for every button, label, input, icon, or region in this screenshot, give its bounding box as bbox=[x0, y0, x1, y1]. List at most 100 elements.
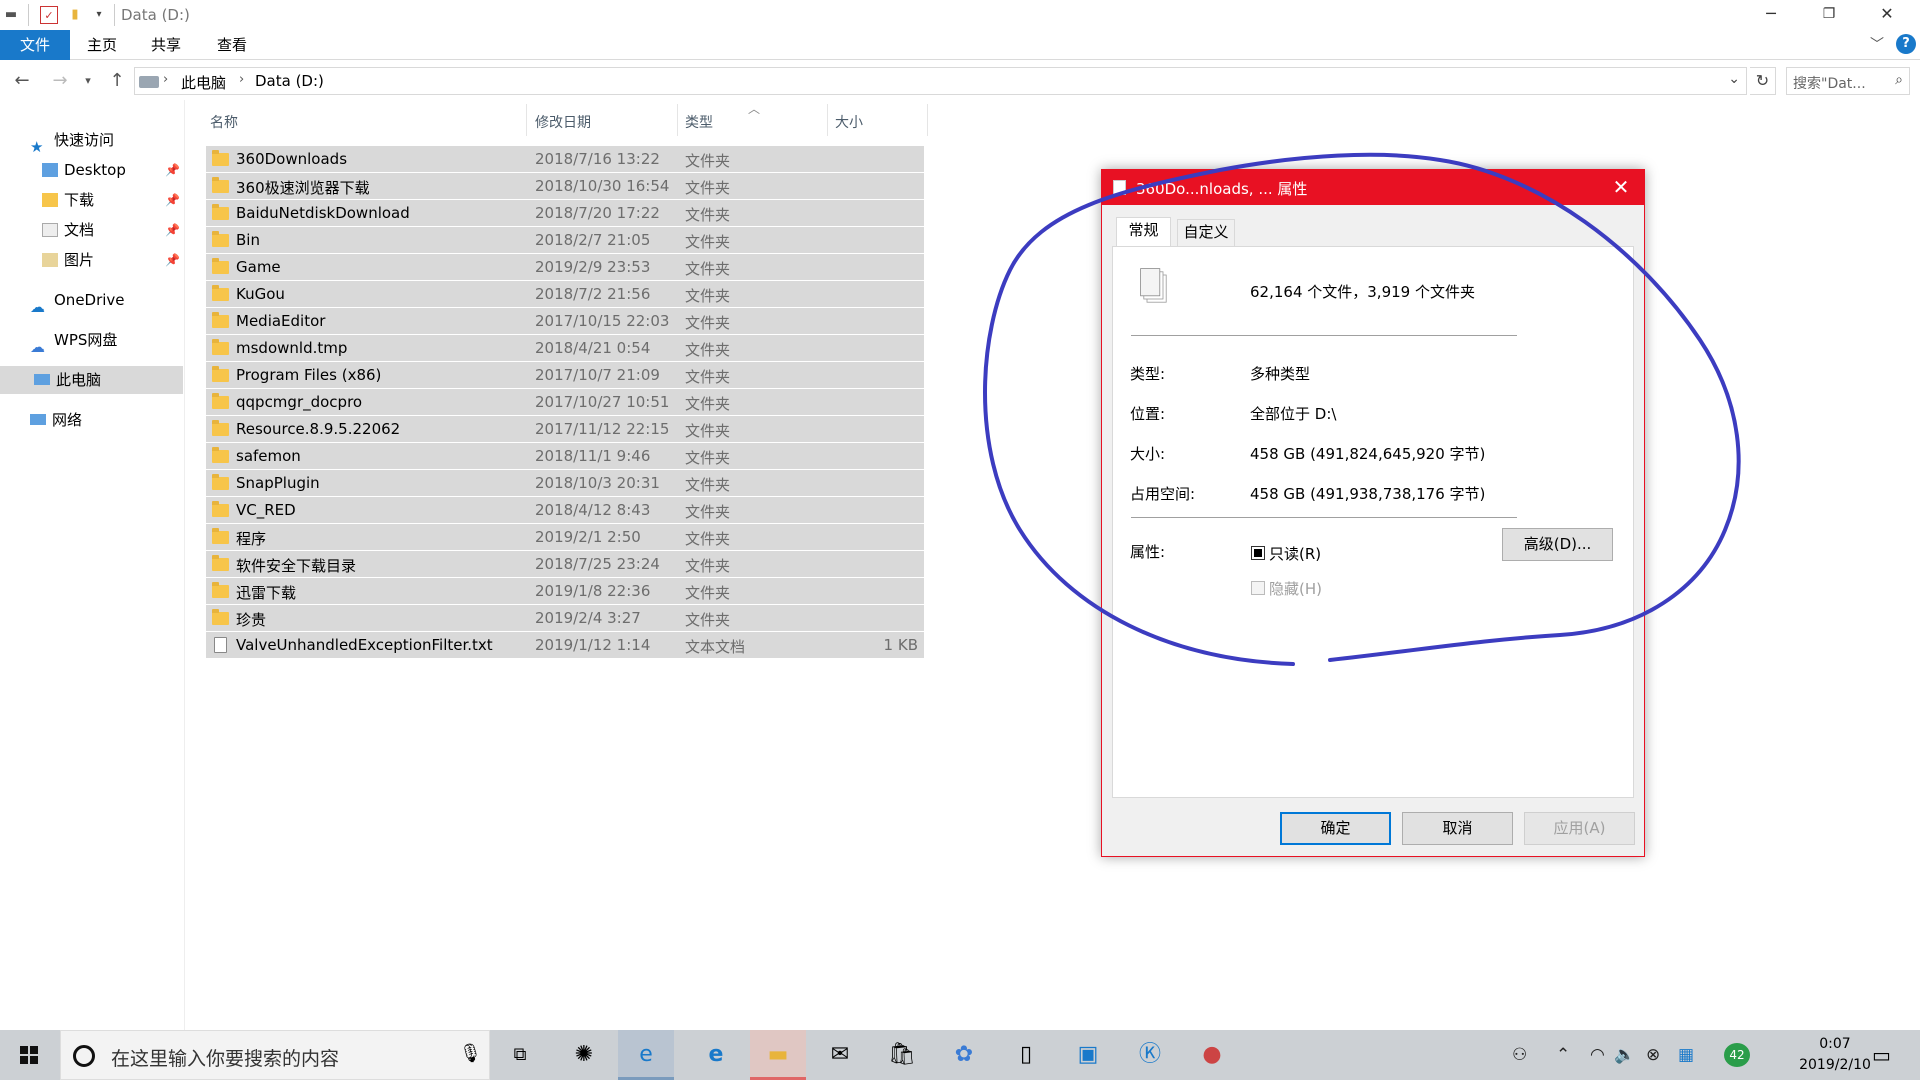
recent-locations-icon[interactable]: ▾ bbox=[80, 66, 96, 96]
hidden-checkbox[interactable] bbox=[1251, 581, 1265, 595]
app-icon-m[interactable]: ▣ bbox=[1060, 1030, 1116, 1080]
windows-start-icon[interactable] bbox=[0, 1030, 58, 1080]
app-icon-swirl[interactable]: ✺ bbox=[556, 1030, 612, 1080]
help-icon[interactable]: ? bbox=[1896, 34, 1916, 54]
tray-app-icon[interactable]: ▦ bbox=[1678, 1045, 1694, 1065]
search-input[interactable]: 搜索"Dat... ⌕ bbox=[1786, 67, 1910, 95]
security-badge[interactable]: 42 bbox=[1724, 1043, 1750, 1067]
microphone-icon[interactable]: 🎙 bbox=[459, 1043, 482, 1064]
file-row[interactable]: BaiduNetdiskDownload 2018/7/20 17:22 文件夹 bbox=[206, 200, 924, 227]
advanced-button[interactable]: 高级(D)... bbox=[1502, 528, 1613, 561]
column-header-date[interactable]: 修改日期 bbox=[535, 112, 591, 132]
file-row[interactable]: Program Files (x86) 2017/10/7 21:09 文件夹 bbox=[206, 362, 924, 389]
chevron-up-icon[interactable]: ⌃ bbox=[1556, 1045, 1570, 1065]
tab-home[interactable]: 主页 bbox=[78, 30, 126, 60]
nav-pictures[interactable]: 图片 📌 bbox=[42, 246, 185, 274]
restore-button[interactable]: ❐ bbox=[1800, 0, 1858, 30]
file-row[interactable]: VC_RED 2018/4/12 8:43 文件夹 bbox=[206, 497, 924, 524]
breadcrumb-drive[interactable]: Data (D:) bbox=[255, 72, 324, 90]
clock-time[interactable]: 0:07 bbox=[1790, 1036, 1880, 1052]
balloon-app-icon[interactable]: ● bbox=[1184, 1030, 1240, 1080]
chevron-right-icon[interactable]: › bbox=[163, 72, 168, 87]
pin-icon[interactable]: 📌 bbox=[165, 216, 180, 244]
task-view-icon[interactable]: ⧉ bbox=[492, 1030, 548, 1080]
baidu-netdisk-icon[interactable]: ✿ bbox=[936, 1030, 992, 1080]
tab-file[interactable]: 文件 bbox=[0, 30, 70, 60]
minimize-button[interactable]: ─ bbox=[1742, 0, 1800, 30]
nav-wps[interactable]: ☁ WPS网盘 bbox=[30, 326, 117, 356]
column-divider[interactable] bbox=[827, 104, 828, 136]
notification-icon[interactable]: ▭ bbox=[1872, 1043, 1891, 1067]
drive-icon[interactable]: ▬ bbox=[2, 6, 20, 24]
breadcrumb-this-pc[interactable]: 此电脑 bbox=[181, 72, 226, 93]
file-explorer-icon[interactable]: ▬ bbox=[750, 1030, 806, 1080]
ok-button[interactable]: 确定 bbox=[1280, 812, 1391, 845]
back-icon[interactable]: ← bbox=[10, 66, 34, 96]
tab-custom[interactable]: 自定义 bbox=[1177, 219, 1235, 246]
address-bar[interactable]: › 此电脑 › Data (D:) ⌄ bbox=[134, 67, 1747, 95]
wifi-icon[interactable]: ◠ bbox=[1590, 1045, 1605, 1065]
tab-view[interactable]: 查看 bbox=[208, 30, 256, 60]
taskbar-search-box[interactable]: 在这里输入你要搜索的内容 🎙 bbox=[60, 1030, 490, 1080]
properties-check-icon[interactable]: ✓ bbox=[40, 6, 58, 24]
close-icon[interactable]: ✕ bbox=[1602, 174, 1640, 200]
cancel-button[interactable]: 取消 bbox=[1402, 812, 1513, 845]
store-icon[interactable]: 🛍 bbox=[874, 1030, 930, 1080]
file-row[interactable]: 珍贵 2019/2/4 3:27 文件夹 bbox=[206, 605, 924, 632]
tab-share[interactable]: 共享 bbox=[142, 30, 190, 60]
edge-icon[interactable]: e bbox=[688, 1030, 744, 1080]
pin-icon[interactable]: 📌 bbox=[165, 186, 180, 214]
file-row[interactable]: KuGou 2018/7/2 21:56 文件夹 bbox=[206, 281, 924, 308]
people-icon[interactable]: ⚇ bbox=[1512, 1045, 1527, 1065]
expand-ribbon-icon[interactable]: ﹀ bbox=[1870, 34, 1884, 54]
volume-icon[interactable]: 🔈 bbox=[1614, 1045, 1635, 1065]
nav-downloads[interactable]: 下载 📌 bbox=[42, 186, 185, 214]
customize-qat-icon[interactable]: ▾ bbox=[90, 6, 108, 24]
kugou-icon[interactable]: Ⓚ bbox=[1122, 1030, 1178, 1080]
pin-icon[interactable]: 📌 bbox=[165, 246, 180, 274]
pin-icon[interactable]: 📌 bbox=[165, 156, 180, 184]
new-folder-icon[interactable]: ▮ bbox=[66, 6, 84, 24]
file-row[interactable]: msdownld.tmp 2018/4/21 0:54 文件夹 bbox=[206, 335, 924, 362]
file-row[interactable]: 迅雷下载 2019/1/8 22:36 文件夹 bbox=[206, 578, 924, 605]
apply-button[interactable]: 应用(A) bbox=[1524, 812, 1635, 845]
refresh-icon[interactable]: ↻ bbox=[1750, 67, 1776, 95]
file-row[interactable]: Resource.8.9.5.22062 2017/11/12 22:15 文件夹 bbox=[206, 416, 924, 443]
mail-icon[interactable]: ✉ bbox=[812, 1030, 868, 1080]
file-row[interactable]: MediaEditor 2017/10/15 22:03 文件夹 bbox=[206, 308, 924, 335]
tab-general[interactable]: 常规 bbox=[1116, 217, 1171, 247]
file-row[interactable]: safemon 2018/11/1 9:46 文件夹 bbox=[206, 443, 924, 470]
forward-icon[interactable]: → bbox=[48, 66, 72, 96]
chevron-down-icon[interactable]: ⌄ bbox=[1728, 71, 1740, 87]
file-row[interactable]: Game 2019/2/9 23:53 文件夹 bbox=[206, 254, 924, 281]
dialog-title-bar[interactable]: 360Do...nloads, ... 属性 ✕ bbox=[1102, 170, 1644, 205]
nav-this-pc[interactable]: 此电脑 bbox=[0, 366, 183, 394]
nav-onedrive[interactable]: ☁ OneDrive bbox=[30, 286, 125, 316]
file-row[interactable]: SnapPlugin 2018/10/3 20:31 文件夹 bbox=[206, 470, 924, 497]
nav-desktop[interactable]: Desktop 📌 bbox=[42, 156, 185, 184]
file-row[interactable]: 360Downloads 2018/7/16 13:22 文件夹 bbox=[206, 146, 924, 173]
edge-browser-icon[interactable]: e bbox=[618, 1030, 674, 1080]
file-row[interactable]: 360极速浏览器下载 2018/10/30 16:54 文件夹 bbox=[206, 173, 924, 200]
file-row[interactable]: qqpcmgr_docpro 2017/10/27 10:51 文件夹 bbox=[206, 389, 924, 416]
file-row[interactable]: 程序 2019/2/1 2:50 文件夹 bbox=[206, 524, 924, 551]
column-header-name[interactable]: 名称 bbox=[210, 112, 238, 132]
file-row[interactable]: 软件安全下载目录 2018/7/25 23:24 文件夹 bbox=[206, 551, 924, 578]
nav-network[interactable]: 网络 bbox=[30, 406, 82, 434]
column-divider[interactable] bbox=[677, 104, 678, 136]
column-header-type[interactable]: 类型 bbox=[685, 112, 713, 132]
column-divider[interactable] bbox=[526, 104, 527, 136]
chevron-right-icon[interactable]: › bbox=[239, 72, 244, 87]
column-divider[interactable] bbox=[927, 104, 928, 136]
file-row[interactable]: Bin 2018/2/7 21:05 文件夹 bbox=[206, 227, 924, 254]
nav-documents[interactable]: 文档 📌 bbox=[42, 216, 185, 244]
nav-quick-access[interactable]: ★ 快速访问 bbox=[30, 126, 114, 156]
readonly-checkbox[interactable] bbox=[1251, 546, 1265, 560]
column-header-size[interactable]: 大小 bbox=[835, 112, 863, 132]
close-circle-icon[interactable]: ⊗ bbox=[1646, 1045, 1660, 1065]
clock-date[interactable]: 2019/2/10 bbox=[1790, 1057, 1880, 1073]
document-icon[interactable]: ▯ bbox=[998, 1030, 1054, 1080]
close-window-button[interactable]: ✕ bbox=[1858, 0, 1916, 30]
up-icon[interactable]: ↑ bbox=[106, 66, 128, 96]
file-row[interactable]: ValveUnhandledExceptionFilter.txt 2019/1/… bbox=[206, 632, 924, 659]
